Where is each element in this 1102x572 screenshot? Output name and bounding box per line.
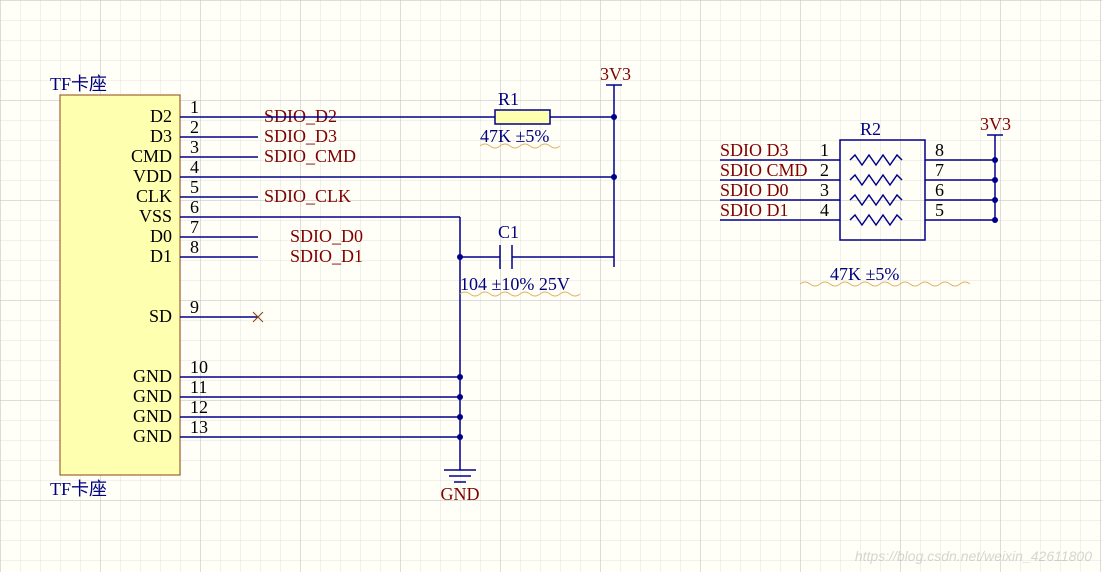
pin-num: 6 (190, 197, 199, 217)
schematic-canvas: TF卡座 TF卡座 D2 1 SDIO_D2 D3 2 SDIO_D3 CMD … (0, 0, 1102, 572)
pin-name: GND (133, 426, 172, 446)
pin-name: CLK (136, 186, 172, 206)
pin-name: D1 (150, 246, 172, 266)
c1-ref: C1 (498, 222, 519, 242)
pin-num: 3 (190, 137, 199, 157)
r2-lnum: 4 (820, 200, 829, 220)
pin-num: 10 (190, 357, 208, 377)
pin-num: 2 (190, 117, 199, 137)
r2-net: SDIO D0 (720, 180, 789, 200)
r2-ref: R2 (860, 119, 881, 139)
r2-lnum: 3 (820, 180, 829, 200)
pin-name: VDD (133, 166, 172, 186)
pin-num: 13 (190, 417, 208, 437)
pin-num: 9 (190, 297, 199, 317)
pin-name: GND (133, 386, 172, 406)
v3v3-right: 3V3 (980, 114, 1011, 134)
r2-net: SDIO CMD (720, 160, 808, 180)
pin-num: 11 (190, 377, 207, 397)
c1-value: 104 ±10% 25V (460, 274, 570, 294)
watermark: https://blog.csdn.net/weixin_42611800 (855, 548, 1092, 564)
pin-name: GND (133, 406, 172, 426)
pin-name: VSS (139, 206, 172, 226)
pin-num: 4 (190, 157, 199, 177)
pin-num: 12 (190, 397, 208, 417)
tf-title-top: TF卡座 (50, 74, 107, 94)
pin-name: D0 (150, 226, 172, 246)
net-label-cmd: SDIO_CMD (264, 146, 356, 166)
pin-num: 7 (190, 217, 199, 237)
r2-net: SDIO D3 (720, 140, 789, 160)
r1-body (495, 110, 550, 124)
r2-rnum: 6 (935, 180, 944, 200)
r1-ref: R1 (498, 89, 519, 109)
tf-title-bottom: TF卡座 (50, 479, 107, 499)
r2-value: 47K ±5% (830, 264, 899, 284)
net-label-d3: SDIO_D3 (264, 126, 337, 146)
r2-rnum: 8 (935, 140, 944, 160)
pin-name: GND (133, 366, 172, 386)
pin-name: D3 (150, 126, 172, 146)
pin-name: D2 (150, 106, 172, 126)
pin-num: 5 (190, 177, 199, 197)
net-label-clk: SDIO_CLK (264, 186, 351, 206)
v3v3-left: 3V3 (600, 64, 631, 84)
r2-rnum: 5 (935, 200, 944, 220)
r1-value: 47K ±5% (480, 126, 549, 146)
pin-num: 1 (190, 97, 199, 117)
net-label-d0: SDIO_D0 (290, 226, 363, 246)
pin-name: CMD (131, 146, 172, 166)
net-label-d1: SDIO_D1 (290, 246, 363, 266)
pin-name: SD (149, 306, 172, 326)
pin-num: 8 (190, 237, 199, 257)
r2-rnum: 7 (935, 160, 944, 180)
r2-lnum: 1 (820, 140, 829, 160)
r2-net: SDIO D1 (720, 200, 789, 220)
gnd-label: GND (441, 484, 480, 504)
net-label-d2: SDIO_D2 (264, 106, 337, 126)
r2-lnum: 2 (820, 160, 829, 180)
